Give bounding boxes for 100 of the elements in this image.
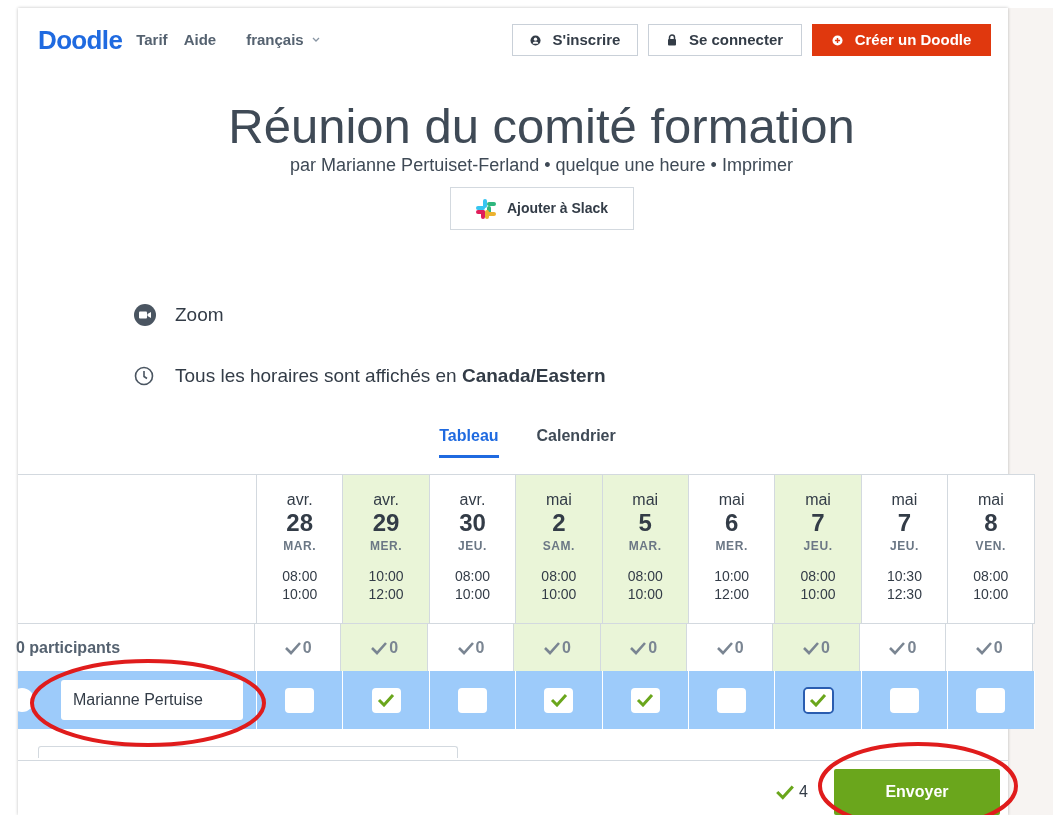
- option-start-time: 10:30: [886, 567, 922, 585]
- option-start-time: 10:00: [714, 567, 750, 585]
- check-icon: [542, 640, 561, 655]
- create-button[interactable]: Créer un Doodle: [812, 24, 991, 56]
- option-day: 8: [984, 509, 998, 537]
- check-icon: [775, 784, 796, 800]
- language-selector[interactable]: français: [246, 28, 320, 52]
- availability-checkbox[interactable]: [717, 687, 747, 713]
- vote-count: 0: [734, 637, 744, 658]
- option-weekday: VEN.: [975, 538, 1007, 555]
- option-month: avr.: [459, 491, 486, 509]
- option-weekday: JEU.: [889, 538, 919, 555]
- check-icon: [974, 640, 993, 655]
- video-camera-icon: [134, 304, 156, 326]
- vote-count: 0: [648, 637, 658, 658]
- check-icon: [809, 693, 828, 707]
- option-end-time: 10:00: [973, 585, 1009, 603]
- poll-byline: par Marianne Pertuiset-Ferland • quelque une heure • Imprimer: [290, 154, 793, 177]
- add-button-partial[interactable]: [38, 746, 458, 758]
- slack-button[interactable]: Ajouter à Slack: [449, 187, 634, 230]
- option-day: 5: [638, 509, 652, 537]
- option-end-time: 10:00: [627, 585, 663, 603]
- availability-checkbox[interactable]: [544, 687, 574, 713]
- option-month: avr.: [373, 491, 399, 509]
- plus-circle-icon: [831, 34, 843, 46]
- availability-checkbox[interactable]: [371, 687, 401, 713]
- check-icon: [715, 640, 734, 655]
- option-end-time: 10:00: [454, 585, 490, 603]
- option-weekday: MER.: [369, 538, 403, 555]
- check-icon: [629, 640, 648, 655]
- option-weekday: SAM.: [542, 538, 576, 555]
- chevron-down-icon: [311, 37, 320, 43]
- option-month: mai: [891, 491, 918, 509]
- check-icon: [283, 640, 302, 655]
- user-icon: [529, 34, 541, 46]
- availability-checkbox[interactable]: [457, 687, 487, 713]
- logo[interactable]: Doodle: [38, 20, 123, 60]
- view-tab[interactable]: Calendrier: [536, 416, 616, 458]
- option-weekday: MER.: [715, 538, 748, 555]
- clock-icon: [134, 366, 154, 386]
- selected-count: 4: [799, 782, 808, 802]
- option-day: 2: [552, 509, 566, 537]
- option-end-time: 12:00: [714, 585, 750, 603]
- check-icon: [888, 640, 907, 655]
- signup-button[interactable]: S'inscrire: [512, 24, 638, 56]
- check-icon: [802, 640, 821, 655]
- vote-count: 0: [907, 637, 917, 658]
- check-icon: [377, 693, 396, 707]
- vote-count: 0: [389, 637, 399, 658]
- option-end-time: 12:00: [368, 585, 404, 603]
- timezone-text: Tous les horaires sont affichés en Canada/Eastern: [175, 363, 606, 388]
- option-start-time: 08:00: [800, 567, 836, 585]
- option-month: mai: [632, 491, 659, 509]
- option-start-time: 08:00: [973, 567, 1009, 585]
- name-input-field[interactable]: Marianne Pertuise: [61, 680, 243, 720]
- vote-count: 0: [821, 637, 830, 658]
- option-weekday: MAR.: [283, 538, 317, 555]
- availability-checkbox[interactable]: [285, 687, 315, 713]
- option-start-time: 08:00: [627, 567, 663, 585]
- option-end-time: 10:00: [800, 585, 836, 603]
- option-day: 7: [897, 509, 912, 537]
- slack-logo-icon: [474, 197, 497, 220]
- option-day: 6: [724, 509, 739, 537]
- option-month: avr.: [286, 491, 313, 509]
- option-start-time: 08:00: [541, 567, 577, 585]
- option-end-time: 10:00: [541, 585, 577, 603]
- vote-count: 0: [561, 637, 571, 658]
- option-month: mai: [718, 491, 745, 509]
- option-start-time: 08:00: [282, 567, 318, 585]
- availability-checkbox[interactable]: [889, 687, 919, 713]
- check-icon: [370, 640, 389, 655]
- option-end-time: 10:00: [282, 585, 318, 603]
- option-start-time: 10:00: [368, 567, 404, 585]
- option-weekday: JEU.: [803, 538, 833, 555]
- option-day: 28: [286, 509, 314, 537]
- login-button[interactable]: Se connecter: [648, 24, 802, 56]
- option-end-time: 12:30: [886, 585, 922, 603]
- vote-count: 0: [302, 637, 312, 658]
- nav-link[interactable]: Tarif: [136, 28, 168, 52]
- location-text: Zoom: [175, 302, 224, 327]
- view-tab[interactable]: Tableau: [439, 416, 499, 458]
- poll-title: Réunion du comité formation: [228, 100, 855, 152]
- check-icon: [456, 640, 475, 655]
- option-start-time: 08:00: [454, 567, 490, 585]
- option-month: mai: [805, 491, 831, 509]
- nav-link[interactable]: Aide: [183, 28, 217, 52]
- option-day: 7: [811, 509, 825, 537]
- vote-count: 0: [993, 637, 1003, 658]
- option-month: mai: [977, 491, 1004, 509]
- check-icon: [549, 693, 568, 707]
- option-day: 29: [372, 509, 400, 537]
- check-icon: [636, 693, 655, 707]
- option-day: 30: [459, 509, 486, 537]
- option-month: mai: [545, 491, 572, 509]
- option-weekday: MAR.: [628, 538, 662, 555]
- availability-checkbox[interactable]: [976, 687, 1006, 713]
- availability-checkbox[interactable]: [630, 687, 660, 713]
- vote-count: 0: [475, 637, 485, 658]
- option-weekday: JEU.: [457, 538, 487, 555]
- lock-icon: [666, 34, 677, 46]
